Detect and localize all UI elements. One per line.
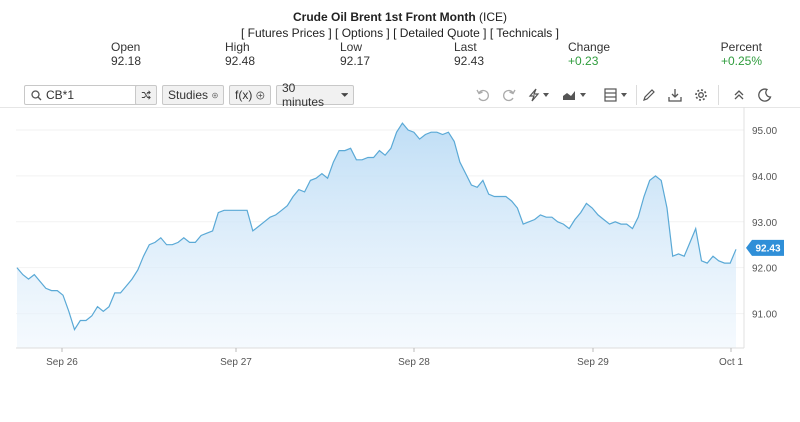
- fx-label: f(x): [235, 88, 253, 102]
- settings-icon: [695, 89, 707, 101]
- y-tick-label: 92.00: [752, 264, 777, 275]
- compare-icon: [141, 90, 151, 100]
- stat-change-label: Change: [568, 40, 611, 54]
- futures-prices-link[interactable]: [ Futures Prices ]: [241, 26, 332, 40]
- compare-button[interactable]: [135, 85, 157, 105]
- symbol-input[interactable]: [46, 88, 136, 102]
- price-chart[interactable]: 95.00 94.00 93.00 92.00 91.00 Sep 26 Sep 27 Se…: [0, 107, 800, 377]
- stat-low-label: Low: [340, 40, 363, 54]
- draw-tools-button[interactable]: [526, 87, 552, 103]
- x-tick-label: Sep 29: [577, 357, 609, 368]
- studies-button[interactable]: Studies: [162, 85, 224, 105]
- technicals-link[interactable]: [ Technicals ]: [490, 26, 559, 40]
- toolbar-divider: [636, 85, 637, 105]
- last-value-text: 92.43: [755, 243, 780, 254]
- y-tick-label: 93.00: [752, 218, 777, 229]
- stat-high: High 92.48: [225, 40, 315, 68]
- quote-stats: Open 92.18 High 92.48 Low 92.17 Last 92.…: [0, 40, 800, 70]
- quote-header: Crude Oil Brent 1st Front Month (ICE) [ …: [0, 10, 800, 41]
- stat-open-label: Open: [111, 40, 141, 54]
- download-button[interactable]: [666, 87, 684, 103]
- collapse-button[interactable]: [730, 87, 748, 103]
- pencil-icon: [643, 89, 655, 101]
- x-tick-label: Sep 26: [46, 357, 78, 368]
- redo-button[interactable]: [500, 87, 518, 103]
- collapse-icon: [734, 90, 744, 100]
- stat-open: Open 92.18: [111, 40, 201, 68]
- x-tick-label: Sep 27: [220, 357, 252, 368]
- x-tick-label: Sep 28: [398, 357, 430, 368]
- last-value-label: 92.43: [746, 239, 784, 256]
- y-tick-label: 91.00: [752, 310, 777, 321]
- stat-low-value: 92.17: [340, 54, 371, 68]
- redo-icon: [503, 89, 516, 102]
- fx-button[interactable]: f(x): [229, 85, 271, 105]
- stat-last-value: 92.43: [454, 54, 485, 68]
- symbol-search[interactable]: [24, 85, 145, 105]
- stat-percent: Percent +0.25%: [672, 40, 762, 68]
- undo-icon: [476, 89, 489, 102]
- interval-select[interactable]: 30 minutes: [276, 81, 354, 109]
- interval-label: 30 minutes: [282, 81, 325, 109]
- stat-low: Low 92.17: [340, 40, 430, 68]
- stat-change-value: +0.23: [568, 54, 599, 68]
- dark-mode-button[interactable]: [756, 87, 774, 103]
- stat-last-label: Last: [454, 40, 477, 54]
- quote-links: [ Futures Prices ] [ Options ] [ Detaile…: [0, 26, 800, 41]
- stat-high-value: 92.48: [225, 54, 256, 68]
- stat-last: Last 92.43: [454, 40, 544, 68]
- x-axis: Sep 26 Sep 27 Sep 28 Sep 29 Oct 1: [46, 348, 743, 368]
- x-tick-label: Oct 1: [719, 357, 743, 368]
- pencil-button[interactable]: [640, 87, 658, 103]
- price-area: [17, 123, 736, 348]
- stat-change: Change +0.23: [568, 40, 658, 68]
- studies-label: Studies: [168, 88, 209, 102]
- toolbar-divider: [718, 85, 719, 105]
- chart-toolbar: Studies f(x) 30 minutes: [16, 81, 783, 109]
- settings-button[interactable]: [692, 87, 710, 103]
- y-axis: 95.00 94.00 93.00 92.00 91.00: [752, 126, 777, 321]
- undo-button[interactable]: [474, 87, 492, 103]
- layout-icon: [604, 88, 627, 102]
- dark-mode-icon: [758, 88, 772, 102]
- exchange-name: (ICE): [479, 10, 507, 24]
- plus-circle-icon: [256, 91, 265, 99]
- price-chart-svg[interactable]: 95.0094.0093.0092.0091.00 Sep 26 Sep 27 Se…: [0, 107, 800, 377]
- y-tick-label: 95.00: [752, 126, 777, 137]
- stat-percent-value: +0.25%: [720, 54, 762, 68]
- detailed-quote-link[interactable]: [ Detailed Quote ]: [393, 26, 486, 40]
- options-link[interactable]: [ Options ]: [335, 26, 390, 40]
- stat-open-value: 92.18: [111, 54, 142, 68]
- draw-icon: [528, 88, 549, 102]
- stat-percent-label: Percent: [720, 40, 762, 54]
- download-icon: [668, 89, 682, 102]
- search-icon: [31, 89, 42, 100]
- chart-type-button[interactable]: [562, 87, 588, 103]
- layout-button[interactable]: [604, 87, 630, 103]
- chart-type-icon: [563, 91, 586, 100]
- chevron-down-icon: [340, 93, 348, 97]
- instrument-title: Crude Oil Brent 1st Front Month (ICE): [0, 10, 800, 25]
- plus-circle-icon: [212, 92, 218, 98]
- stat-high-label: High: [225, 40, 250, 54]
- instrument-name: Crude Oil Brent 1st Front Month: [292, 10, 476, 24]
- y-tick-label: 94.00: [752, 172, 777, 183]
